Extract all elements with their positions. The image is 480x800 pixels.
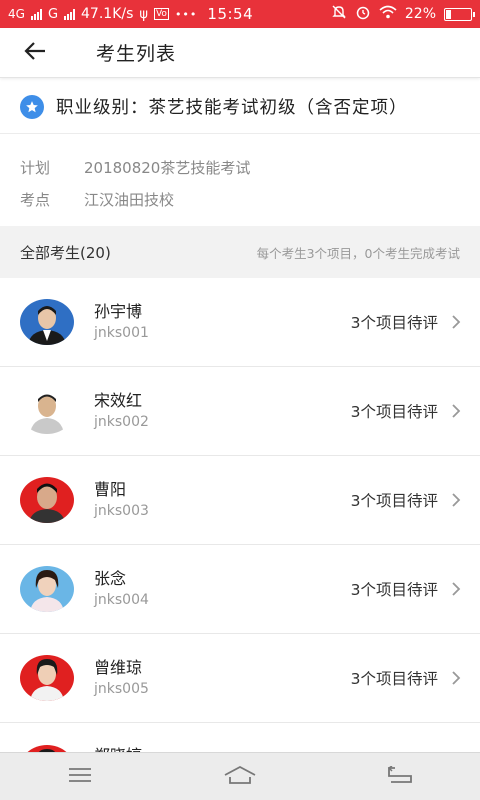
avatar <box>20 477 74 523</box>
system-nav-bar <box>0 752 480 800</box>
site-row: 考点 江汉油田技校 <box>20 183 460 215</box>
student-status: 3个项目待评 <box>350 581 438 599</box>
student-id: jnks003 <box>94 503 149 519</box>
avatar <box>20 566 74 612</box>
back-nav-icon <box>387 764 413 788</box>
sim1-label: 4G <box>8 7 25 21</box>
student-row[interactable]: 曹阳 jnks003 3个项目待评 <box>0 456 480 545</box>
student-row[interactable]: 孙宇博 jnks001 3个项目待评 <box>0 278 480 367</box>
student-list: 孙宇博 jnks001 3个项目待评 宋效红 jnks002 3个项目待评 曹阳… <box>0 278 480 800</box>
avatar <box>20 299 74 345</box>
student-id: jnks001 <box>94 325 149 341</box>
home-button[interactable] <box>200 757 280 797</box>
chevron-right-icon <box>438 663 474 693</box>
level-label: 职业级别：茶艺技能考试初级（含否定项） <box>56 98 408 118</box>
plan-row: 计划 20180820茶艺技能考试 <box>20 151 460 183</box>
student-status: 3个项目待评 <box>350 314 438 332</box>
student-id: jnks004 <box>94 592 149 608</box>
student-name: 孙宇博 <box>94 302 143 321</box>
usb-icon: ψ <box>139 6 148 22</box>
menu-button[interactable] <box>40 757 120 797</box>
clock: 15:54 <box>207 5 254 23</box>
mute-icon <box>331 4 347 24</box>
avatar <box>20 388 74 434</box>
chevron-right-icon <box>438 396 474 426</box>
section-note: 每个考生3个项目，0个考生完成考试 <box>256 245 460 261</box>
student-id: jnks005 <box>94 681 149 697</box>
plan-value: 20180820茶艺技能考试 <box>84 158 251 177</box>
student-status: 3个项目待评 <box>350 670 438 688</box>
plan-label: 计划 <box>20 158 51 177</box>
back-button[interactable] <box>0 28 70 78</box>
avatar <box>20 655 74 701</box>
student-row[interactable]: 曾维琼 jnks005 3个项目待评 <box>0 634 480 723</box>
site-label: 考点 <box>20 190 51 209</box>
section-title: 全部考生(20) <box>20 243 111 262</box>
student-status: 3个项目待评 <box>350 403 438 421</box>
app-header: 考生列表 <box>0 28 480 78</box>
signal-icon <box>30 8 42 20</box>
wifi-icon <box>379 5 397 23</box>
alarm-icon <box>355 4 371 24</box>
student-name: 曾维琼 <box>94 658 143 677</box>
chevron-right-icon <box>438 574 474 604</box>
exam-info: 计划 20180820茶艺技能考试 考点 江汉油田技校 <box>0 135 480 225</box>
student-name: 曹阳 <box>94 480 127 499</box>
battery-percent: 22% <box>404 6 436 22</box>
page-title: 考生列表 <box>96 43 177 65</box>
student-status: 3个项目待评 <box>350 492 438 510</box>
chevron-right-icon <box>438 307 474 337</box>
volte-icon: Vo <box>153 8 169 20</box>
student-id: jnks002 <box>94 414 149 430</box>
student-name: 宋效红 <box>94 391 143 410</box>
more-dots: ••• <box>174 7 198 21</box>
home-icon <box>223 765 257 789</box>
chevron-right-icon <box>438 485 474 515</box>
students-section-header: 全部考生(20) 每个考生3个项目，0个考生完成考试 <box>0 226 480 278</box>
level-row: 职业级别：茶艺技能考试初级（含否定项） <box>0 80 480 134</box>
battery-icon <box>444 7 475 21</box>
status-bar: 4G G 47.1K/s ψ Vo ••• 15:54 22% <box>0 0 480 28</box>
sim2-label: G <box>47 6 59 22</box>
back-nav-button[interactable] <box>360 757 440 797</box>
site-value: 江汉油田技校 <box>84 190 175 209</box>
menu-icon <box>68 767 92 787</box>
star-icon <box>20 94 44 119</box>
student-name: 张念 <box>94 569 127 588</box>
network-speed: 47.1K/s <box>81 6 134 22</box>
arrow-left-icon <box>23 41 47 65</box>
signal-icon-2 <box>64 8 76 20</box>
student-row[interactable]: 张念 jnks004 3个项目待评 <box>0 545 480 634</box>
student-row[interactable]: 宋效红 jnks002 3个项目待评 <box>0 367 480 456</box>
